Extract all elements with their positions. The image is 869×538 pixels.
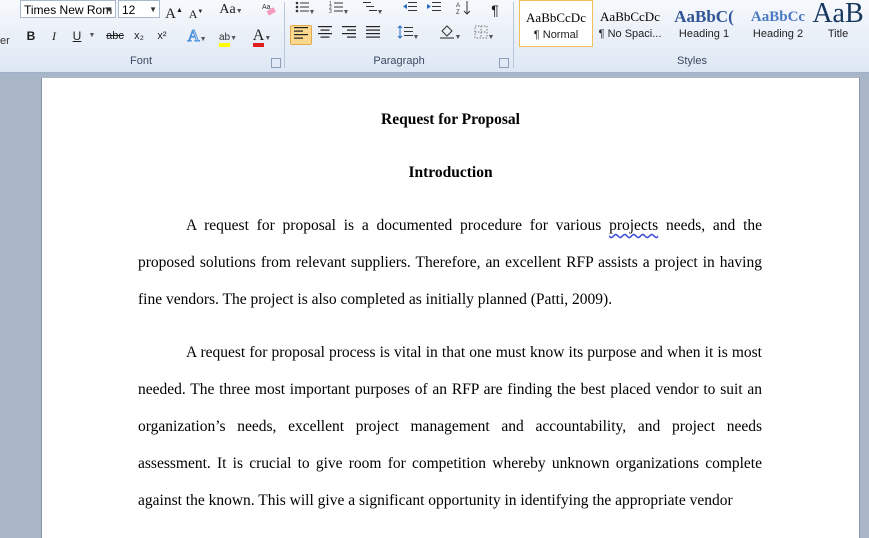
align-center-icon [318, 26, 332, 38]
ribbon: er Times New Rom ▼ 12 ▼ A▲ A▼ Aa▼ Aa B I… [0, 0, 869, 73]
underline-button[interactable]: U [68, 26, 86, 46]
style-name: Heading 1 [678, 28, 730, 40]
svg-text:A: A [456, 3, 460, 9]
paragraph-group-label: Paragraph [373, 55, 425, 67]
font-name-value: Times New Rom [24, 3, 113, 17]
align-right-button[interactable] [338, 25, 360, 45]
change-case-button[interactable]: Aa▼ [218, 0, 244, 20]
section-heading: Introduction [408, 164, 493, 181]
font-color-button[interactable]: A▼ [248, 26, 276, 47]
paragraph-text: A request for proposal is a documented p… [186, 217, 610, 234]
multilevel-list-button[interactable]: ▼ [360, 0, 386, 20]
font-dialog-launcher-icon[interactable] [271, 58, 281, 68]
style-preview: AaBbCc [750, 9, 806, 25]
paragraph-dialog-launcher-icon[interactable] [499, 58, 509, 68]
font-color-icon: A [252, 28, 265, 47]
document-page[interactable]: Request for Proposal Introduction A requ… [41, 78, 860, 538]
document-title: Request for Proposal [381, 111, 520, 128]
style-preview: AaBbCcDc [600, 9, 660, 24]
style-normal[interactable]: AaBbCcDc ¶ Normal [519, 0, 593, 47]
ribbon-left-edge-label: er [0, 35, 10, 47]
style-name: Heading 2 [752, 28, 804, 40]
bullets-button[interactable]: ▼ [292, 0, 318, 20]
line-spacing-icon [397, 25, 413, 39]
highlight-color-button[interactable]: ab▼ [214, 26, 242, 47]
line-spacing-button[interactable]: ▼ [394, 25, 422, 45]
align-right-icon [342, 26, 356, 38]
justify-icon [366, 26, 380, 38]
text-effects-icon: A [187, 26, 200, 46]
style-name: Title [827, 28, 849, 40]
show-formatting-marks-button[interactable]: ¶ [485, 0, 505, 20]
highlighter-icon: ab [218, 32, 231, 47]
font-name-combo[interactable]: Times New Rom ▼ [20, 0, 116, 18]
borders-icon [474, 25, 488, 39]
spelling-error[interactable]: projects [609, 217, 658, 234]
chevron-down-icon: ▼ [149, 5, 157, 14]
justify-button[interactable] [362, 25, 384, 45]
svg-text:Z: Z [456, 10, 460, 16]
font-group-label: Font [129, 55, 152, 67]
svg-text:3: 3 [329, 9, 332, 14]
group-divider [284, 2, 285, 68]
numbering-button[interactable]: 1 2 3 ▼ [326, 0, 352, 20]
style-heading-2[interactable]: AaBbCc Heading 2 [741, 0, 815, 47]
style-preview: AaBbCcDc [526, 10, 586, 25]
style-preview: AaB [812, 0, 864, 29]
shading-button[interactable]: ▼ [436, 25, 464, 45]
numbering-icon: 123 [329, 1, 343, 15]
chevron-down-icon[interactable]: ▼ [88, 26, 96, 46]
style-name: ¶ No Spaci... [598, 28, 662, 40]
text-effects-button[interactable]: A▼ [184, 26, 210, 46]
multilevel-list-icon [362, 2, 377, 11]
group-divider [513, 2, 514, 68]
style-title[interactable]: AaB Title [807, 0, 869, 47]
superscript-button[interactable]: x² [153, 26, 171, 46]
increase-indent-icon[interactable] [424, 0, 444, 20]
align-left-icon [294, 27, 308, 39]
style-name: ¶ Normal [533, 29, 579, 41]
subscript-button[interactable]: x₂ [130, 26, 148, 46]
styles-group-label: Styles [677, 55, 707, 67]
chevron-down-icon: ▼ [105, 5, 113, 14]
bullets-icon [295, 1, 309, 13]
italic-button[interactable]: I [45, 26, 63, 46]
font-size-value: 12 [122, 3, 136, 17]
grow-font-button[interactable]: A▲ [164, 0, 184, 22]
align-left-button[interactable] [290, 25, 312, 45]
paragraph-1[interactable]: A request for proposal is a documented p… [138, 207, 762, 318]
paint-bucket-icon [439, 25, 454, 39]
clear-formatting-icon[interactable]: Aa [259, 0, 279, 20]
font-size-combo[interactable]: 12 ▼ [118, 0, 160, 18]
borders-button[interactable]: ▼ [470, 25, 498, 45]
style-preview: AaBbC( [674, 7, 734, 26]
paragraph-2[interactable]: A request for proposal process is vital … [138, 334, 762, 519]
sort-icon[interactable]: AZ [453, 0, 475, 20]
align-center-button[interactable] [314, 25, 336, 45]
decrease-indent-icon[interactable] [400, 0, 420, 20]
strikethrough-button[interactable]: abc [103, 26, 127, 46]
style-no-spacing[interactable]: AaBbCcDc ¶ No Spaci... [593, 0, 667, 47]
bold-button[interactable]: B [22, 26, 40, 46]
shrink-font-button[interactable]: A▼ [187, 2, 205, 22]
style-heading-1[interactable]: AaBbC( Heading 1 [667, 0, 741, 47]
